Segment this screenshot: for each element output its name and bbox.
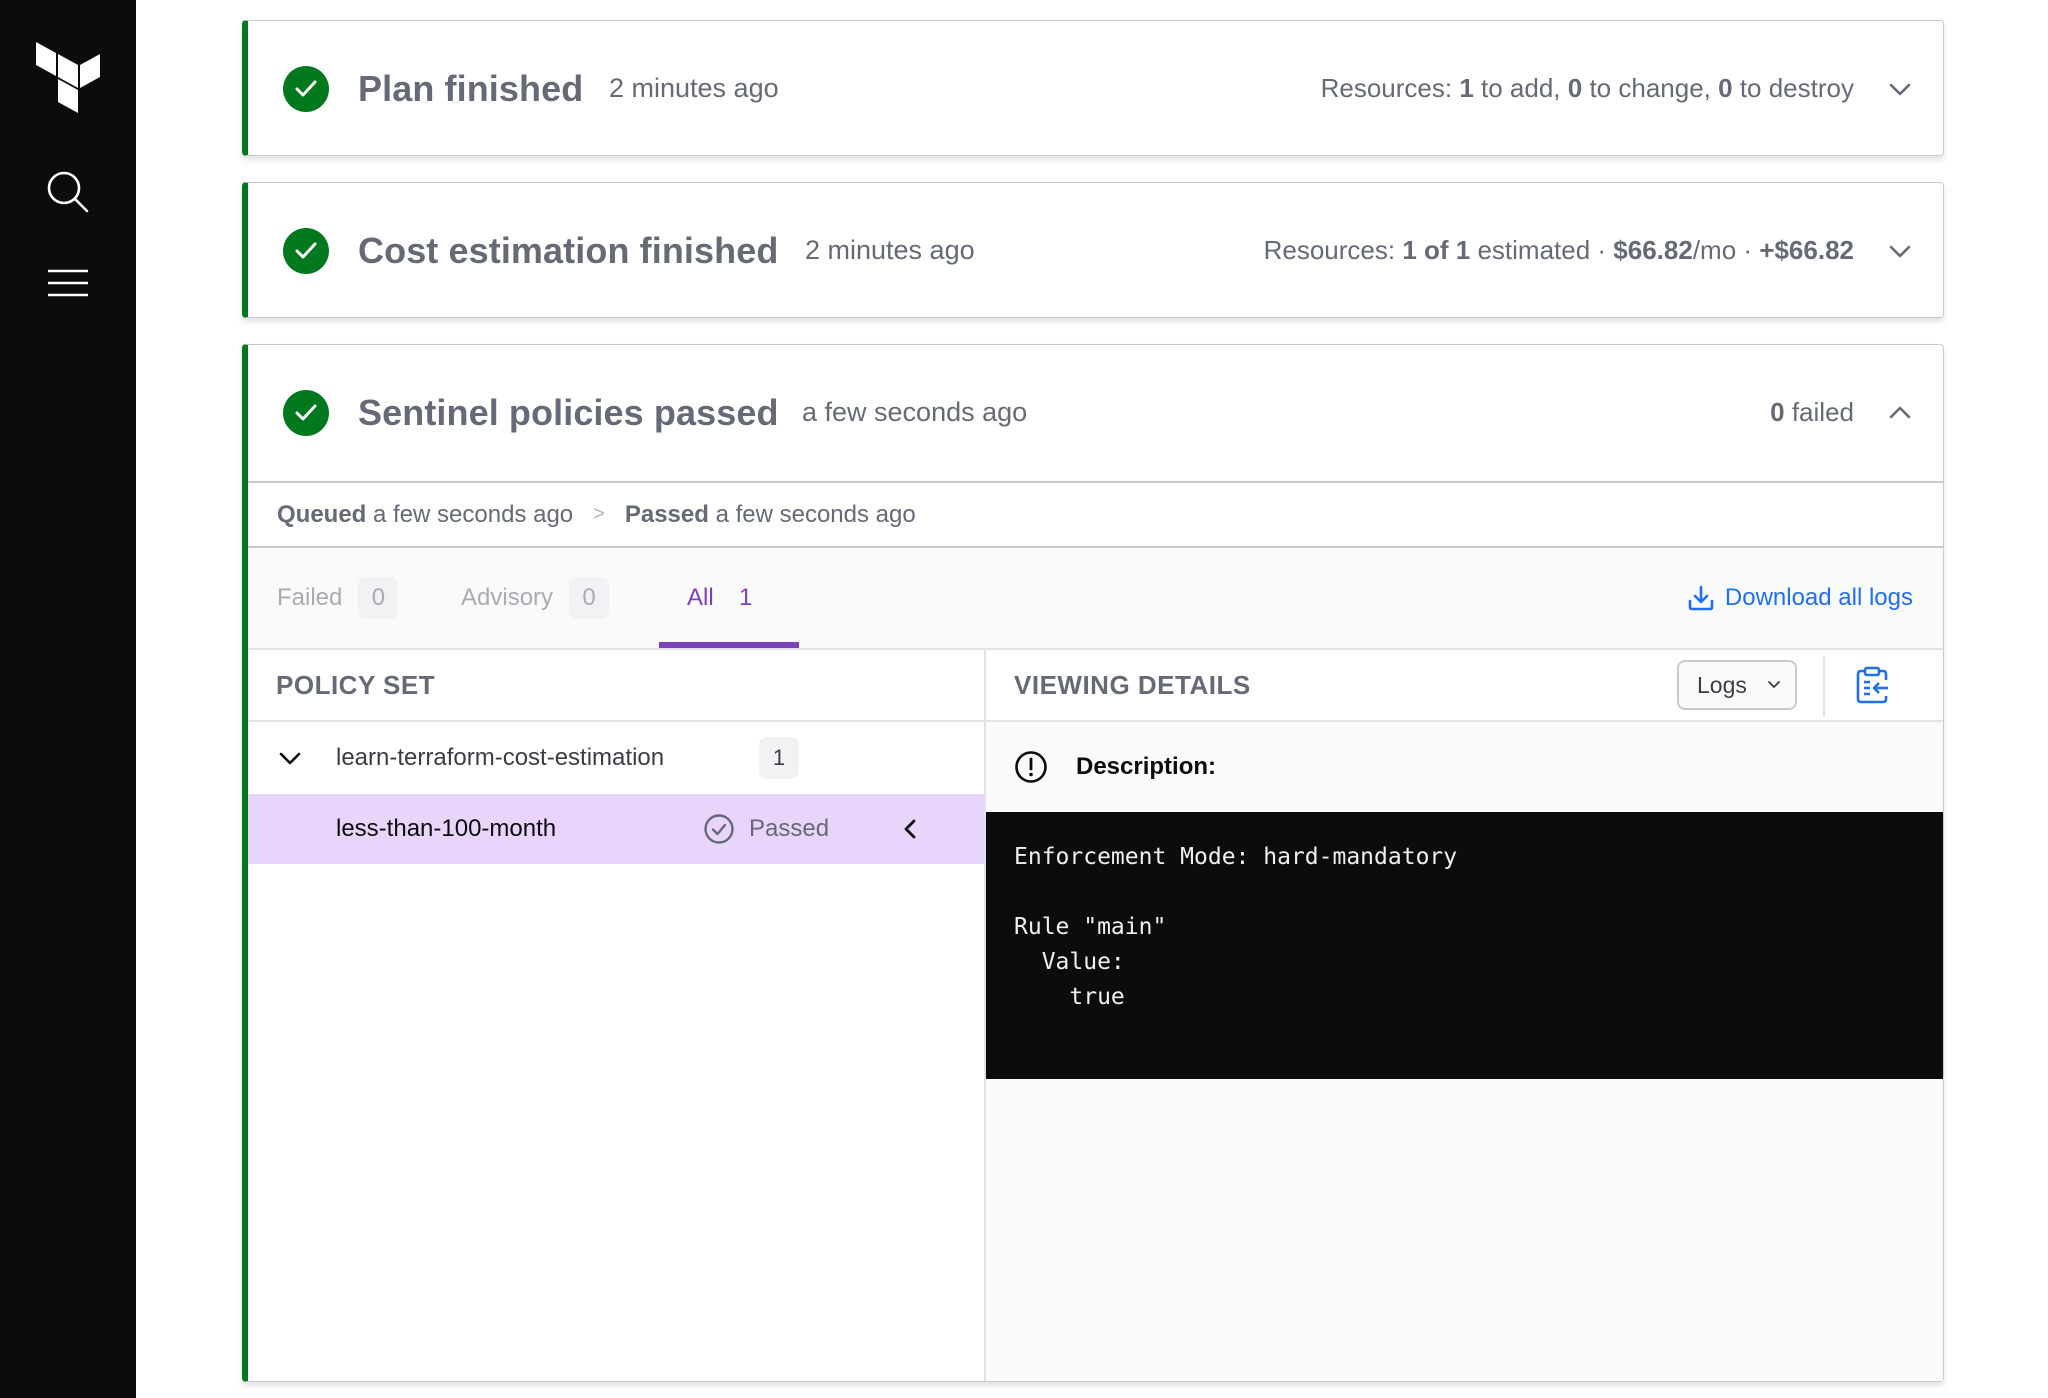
policy-row-selected[interactable]: less-than-100-month Passed	[248, 794, 984, 864]
download-all-logs-link[interactable]: Download all logs	[1687, 548, 1913, 648]
tab-label: Advisory	[461, 584, 554, 611]
tab-advisory[interactable]: Advisory 0	[461, 548, 610, 648]
policy-log-output: Enforcement Mode: hard-mandatory Rule "m…	[986, 812, 1943, 1079]
description-row: Description:	[986, 722, 1943, 812]
policy-tabs: Failed 0 Advisory 0 All 1 Download all l…	[248, 548, 1943, 650]
cost-delta: +$66.82	[1759, 235, 1854, 265]
header-divider	[1823, 656, 1825, 716]
failed-count: 0	[1770, 397, 1785, 427]
policy-name: less-than-100-month	[336, 815, 557, 842]
view-select-value: Logs	[1697, 671, 1747, 698]
timeline-queued-time: a few seconds ago	[366, 500, 574, 528]
sentinel-time: a few seconds ago	[802, 397, 1028, 427]
cost-title: Cost estimation finished	[358, 229, 779, 271]
add-label: to add,	[1473, 73, 1568, 103]
chevron-up-icon[interactable]	[1887, 400, 1913, 426]
details-header: VIEWING DETAILS Logs	[986, 650, 1943, 722]
check-circle-icon	[283, 390, 329, 436]
sentinel-card: Sentinel policies passed a few seconds a…	[242, 344, 1944, 1382]
plan-summary: Resources: 1 to add, 0 to change, 0 to d…	[1321, 73, 1854, 104]
chevron-down-icon[interactable]	[278, 746, 302, 770]
policy-set-pane: POLICY SET learn-terraform-cost-estimati…	[248, 650, 986, 1381]
active-tab-indicator	[659, 642, 799, 648]
cost-time: 2 minutes ago	[805, 235, 975, 265]
cost-estimation-card: Cost estimation finished 2 minutes ago R…	[242, 182, 1944, 318]
tab-failed[interactable]: Failed 0	[277, 548, 399, 648]
tab-label: Failed	[277, 584, 343, 611]
chevron-down-icon[interactable]	[1887, 76, 1913, 102]
timeline-queued-state: Queued	[277, 500, 367, 528]
plan-card-header[interactable]: Plan finished 2 minutes ago Resources: 1…	[248, 21, 1943, 156]
failed-label: failed	[1784, 397, 1854, 427]
sentinel-timeline: Queued a few seconds ago > Passed a few …	[248, 481, 1943, 548]
tab-count-badge: 0	[569, 577, 610, 619]
cost-summary: Resources: 1 of 1 estimated · $66.82/mo …	[1264, 235, 1854, 266]
details-title: VIEWING DETAILS	[1014, 669, 1251, 700]
change-label: to change,	[1582, 73, 1719, 103]
plan-run-card: Plan finished 2 minutes ago Resources: 1…	[242, 20, 1944, 156]
summary-prefix: Resources:	[1263, 235, 1403, 265]
chevron-down-icon	[1768, 681, 1780, 688]
sidebar	[0, 0, 136, 1398]
policy-status-label: Passed	[749, 815, 830, 842]
alert-circle-icon	[1015, 751, 1047, 783]
menu-icon[interactable]	[48, 268, 88, 298]
policy-count-badge: 1	[759, 737, 799, 779]
tab-label: All	[687, 584, 714, 611]
monthly-cost: $66.82	[1613, 235, 1693, 265]
tab-count-badge: 1	[738, 584, 753, 611]
timeline-passed-time: a few seconds ago	[708, 500, 916, 528]
download-label: Download all logs	[1724, 584, 1913, 611]
sentinel-summary: 0 failed	[1770, 397, 1854, 428]
check-circle-icon	[283, 66, 329, 112]
change-count: 0	[1567, 73, 1583, 103]
chevron-down-icon[interactable]	[1887, 238, 1913, 264]
chevron-left-icon[interactable]	[898, 817, 922, 841]
policy-set-name: learn-terraform-cost-estimation	[336, 744, 665, 771]
plan-time: 2 minutes ago	[609, 73, 779, 103]
destroy-count: 0	[1718, 73, 1733, 103]
policy-status: Passed	[703, 813, 829, 845]
add-count: 1	[1459, 73, 1474, 103]
tab-all[interactable]: All 1	[687, 548, 766, 648]
monthly-suffix: /mo ·	[1692, 235, 1760, 265]
sentinel-title: Sentinel policies passed	[358, 391, 779, 433]
estimated-label: estimated ·	[1470, 235, 1614, 265]
policy-set-header: POLICY SET	[248, 650, 984, 722]
summary-prefix: Resources:	[1320, 73, 1460, 103]
destroy-label: to destroy	[1732, 73, 1854, 103]
timeline-passed-state: Passed	[624, 500, 709, 528]
sentinel-card-header[interactable]: Sentinel policies passed a few seconds a…	[248, 345, 1943, 480]
check-circle-icon	[283, 228, 329, 274]
cost-card-header[interactable]: Cost estimation finished 2 minutes ago R…	[248, 183, 1943, 318]
terraform-logo[interactable]	[36, 42, 100, 114]
details-pane: VIEWING DETAILS Logs Description: Enforc…	[986, 650, 1943, 1381]
clipboard-copy-icon[interactable]	[1855, 666, 1889, 704]
tab-count-badge: 0	[358, 577, 399, 619]
description-label: Description:	[1076, 753, 1217, 780]
view-select[interactable]: Logs	[1677, 660, 1797, 710]
check-circle-outline-icon	[704, 814, 734, 844]
timeline-separator: >	[593, 503, 605, 525]
search-icon[interactable]	[46, 170, 90, 214]
policy-set-row[interactable]: learn-terraform-cost-estimation 1	[248, 722, 984, 794]
download-icon	[1688, 585, 1714, 611]
estimated-count: 1 of 1	[1402, 235, 1471, 265]
plan-title: Plan finished	[358, 67, 584, 109]
